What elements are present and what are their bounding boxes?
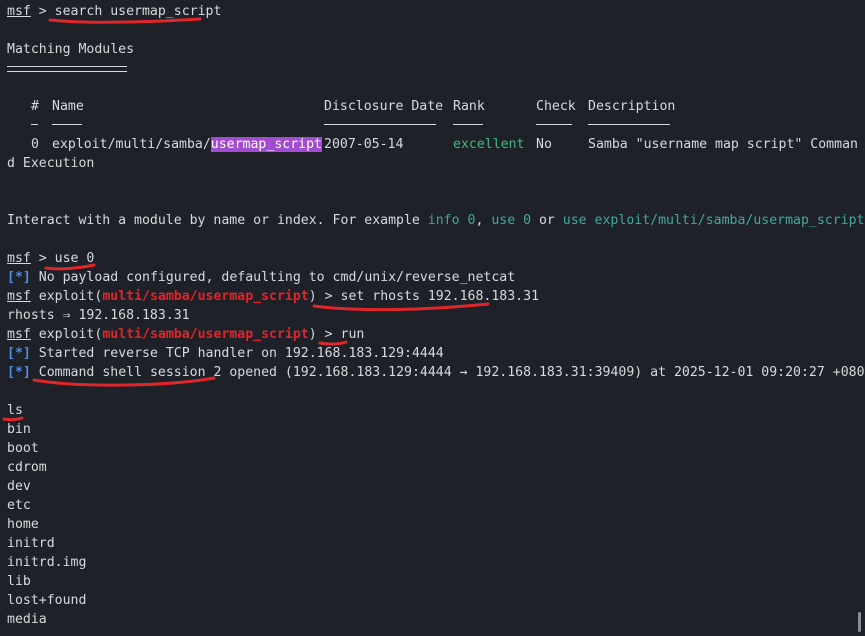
underline-search	[48, 17, 202, 24]
terminal-window[interactable]: msf > search usermap_script Matching Mod…	[0, 0, 865, 636]
underline-ls	[2, 416, 24, 422]
underline-use	[44, 263, 96, 271]
scrollbar-thumb[interactable]	[858, 612, 861, 632]
red-annotations	[2, 17, 490, 422]
underline-session	[32, 376, 216, 387]
underline-run	[318, 340, 348, 346]
underline-set-rhosts	[312, 302, 490, 312]
